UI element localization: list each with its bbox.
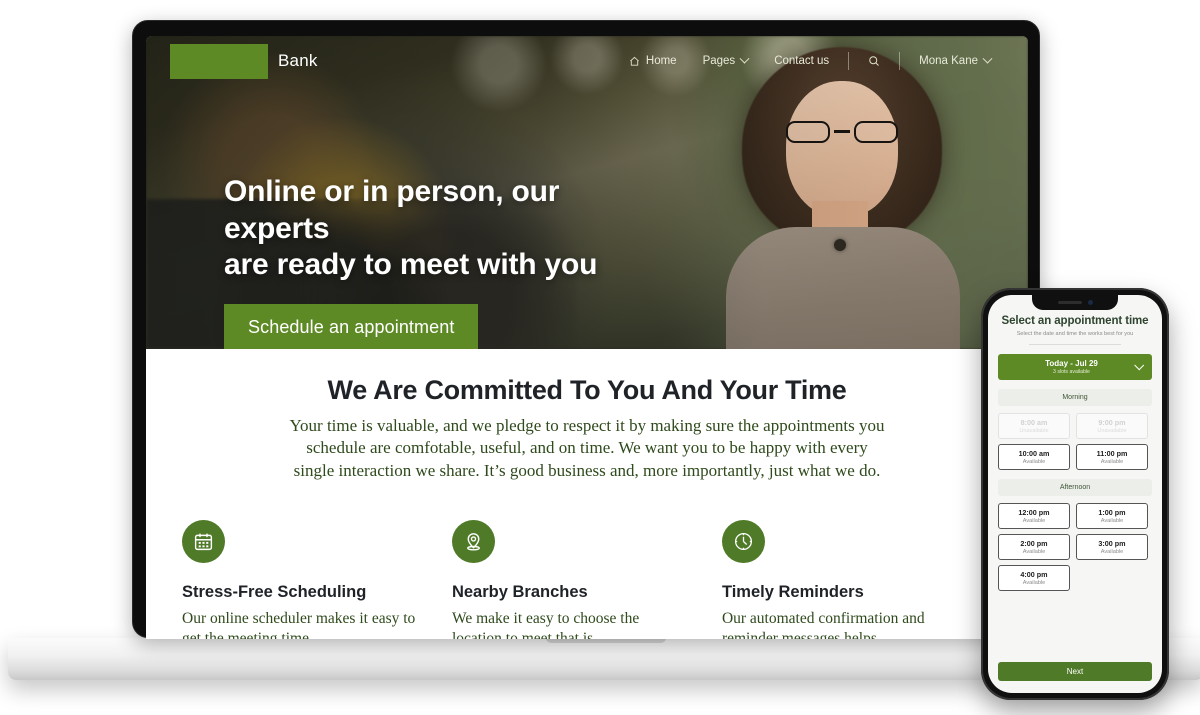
slot-grid-afternoon: 12:00 pm Available 1:00 pm Available 2:0… bbox=[998, 503, 1152, 591]
site-header: Bank Home Pages Contact us Mona Kane bbox=[146, 36, 1028, 86]
slot-time: 2:00 pm bbox=[1020, 539, 1048, 548]
slot-status: Available bbox=[1022, 518, 1046, 524]
section-body-text: Your time is valuable, and we pledge to … bbox=[289, 416, 885, 480]
slot-grid-morning: 8:00 am Unavailable 9:00 pm Unavailable … bbox=[998, 413, 1152, 470]
front-camera-icon bbox=[1087, 300, 1093, 305]
slot-time: 9:00 pm bbox=[1098, 418, 1126, 427]
account-menu[interactable]: Mona Kane bbox=[906, 53, 1004, 67]
time-slot[interactable]: 1:00 pm Available bbox=[1076, 503, 1148, 529]
group-header-afternoon: Afternoon bbox=[998, 479, 1152, 496]
phone-page-subtitle: Select the date and time the works best … bbox=[1016, 331, 1134, 337]
slot-time: 10:00 am bbox=[1018, 449, 1050, 458]
screenshot-stage: Bank Home Pages Contact us Mona Kane Onl… bbox=[0, 0, 1200, 715]
slot-status: Available bbox=[1100, 459, 1124, 465]
slot-time: 1:00 pm bbox=[1098, 508, 1126, 517]
slot-status: Available bbox=[1022, 459, 1046, 465]
speaker-grille-icon bbox=[1057, 301, 1082, 304]
search-button[interactable] bbox=[855, 55, 893, 67]
nav-item-contact-us[interactable]: Contact us bbox=[761, 55, 842, 67]
logo[interactable]: Bank bbox=[170, 43, 318, 79]
phone-notch bbox=[1032, 295, 1118, 310]
feature-text: Our automated confirmation and reminder … bbox=[721, 610, 925, 639]
date-select-sublabel: 3 slots available bbox=[1053, 369, 1090, 375]
clock-icon bbox=[721, 520, 765, 564]
nav-item-pages[interactable]: Pages bbox=[690, 53, 762, 67]
chevron-down-icon bbox=[982, 53, 993, 64]
commitment-section: We Are Committed To You And Your Time Yo… bbox=[146, 349, 1028, 639]
time-slot[interactable]: 3:00 pm Available bbox=[1076, 534, 1148, 560]
date-select-dropdown[interactable]: Today - Jul 29 3 slots available bbox=[998, 354, 1152, 380]
slot-status: Unavailable bbox=[1097, 428, 1127, 434]
nav-item-home[interactable]: Home bbox=[616, 55, 690, 67]
chevron-down-icon bbox=[739, 53, 750, 64]
time-slot[interactable]: 2:00 pm Available bbox=[998, 534, 1070, 560]
slot-time: 8:00 am bbox=[1020, 418, 1048, 427]
date-select-label: Today - Jul 29 bbox=[1045, 359, 1098, 368]
logo-text: Bank bbox=[278, 51, 318, 70]
nav-label-pages: Pages bbox=[702, 55, 736, 67]
laptop-frame: Bank Home Pages Contact us Mona Kane Onl… bbox=[132, 20, 1040, 639]
hero-headline: Online or in person, our experts are rea… bbox=[224, 174, 654, 284]
laptop-screen: Bank Home Pages Contact us Mona Kane Onl… bbox=[146, 36, 1028, 639]
next-button[interactable]: Next bbox=[998, 662, 1152, 681]
time-slot[interactable]: 11:00 pm Available bbox=[1076, 444, 1148, 470]
time-slot[interactable]: 8:00 am Unavailable bbox=[998, 413, 1070, 439]
slot-status: Available bbox=[1100, 518, 1124, 524]
slot-status: Available bbox=[1100, 549, 1124, 555]
features-row: Stress-Free Scheduling Our online schedu… bbox=[182, 520, 992, 639]
chevron-down-icon bbox=[1134, 359, 1145, 370]
hero-section: Bank Home Pages Contact us Mona Kane Onl… bbox=[146, 36, 1028, 349]
location-pin-icon bbox=[451, 520, 495, 564]
group-header-morning: Morning bbox=[998, 389, 1152, 406]
slot-time: 3:00 pm bbox=[1098, 539, 1126, 548]
feature-text: We make it easy to choose the location t… bbox=[451, 610, 640, 639]
nav-divider-right bbox=[899, 52, 901, 70]
phone-screen: Select an appointment time Select the da… bbox=[988, 295, 1162, 693]
feature-title: Nearby Branches bbox=[451, 583, 588, 602]
slot-time: 12:00 pm bbox=[1018, 508, 1050, 517]
slot-status: Available bbox=[1022, 549, 1046, 555]
main-navigation: Home Pages Contact us Mona Kane bbox=[616, 52, 1004, 70]
account-label: Mona Kane bbox=[919, 55, 978, 67]
calendar-icon bbox=[182, 520, 225, 564]
phone-frame: Select an appointment time Select the da… bbox=[981, 288, 1169, 700]
time-slot[interactable]: 4:00 pm Available bbox=[998, 565, 1070, 591]
time-slot[interactable]: 12:00 pm Available bbox=[998, 503, 1070, 529]
logo-mark bbox=[170, 43, 268, 79]
phone-page-title: Select an appointment time bbox=[1001, 315, 1149, 327]
nav-label-home: Home bbox=[645, 55, 677, 67]
time-slot[interactable]: 10:00 am Available bbox=[998, 444, 1070, 470]
slot-time: 11:00 pm bbox=[1096, 449, 1128, 458]
hero-content: Online or in person, our experts are rea… bbox=[224, 174, 654, 349]
feature-text: Our online scheduler makes it easy to ge… bbox=[182, 610, 416, 639]
nav-divider-left bbox=[848, 52, 850, 70]
search-icon bbox=[868, 55, 880, 67]
time-slot[interactable]: 9:00 pm Unavailable bbox=[1076, 413, 1148, 439]
slot-status: Unavailable bbox=[1019, 428, 1049, 434]
feature-title: Timely Reminders bbox=[721, 583, 864, 602]
feature-card-scheduling: Stress-Free Scheduling Our online schedu… bbox=[182, 520, 452, 639]
hero-headline-line-1: Online or in person, our experts bbox=[224, 175, 560, 245]
feature-title: Stress-Free Scheduling bbox=[182, 583, 367, 602]
appointment-picker: Select an appointment time Select the da… bbox=[988, 295, 1162, 591]
slot-status: Available bbox=[1022, 580, 1046, 586]
feature-card-branches: Nearby Branches We make it easy to choos… bbox=[451, 520, 722, 639]
divider bbox=[1029, 344, 1121, 345]
schedule-appointment-button[interactable]: Schedule an appointment bbox=[224, 303, 479, 349]
nav-label-contact-us: Contact us bbox=[774, 55, 830, 67]
slot-time: 4:00 pm bbox=[1020, 570, 1048, 579]
section-title: We Are Committed To You And Your Time bbox=[327, 375, 847, 405]
feature-card-reminders: Timely Reminders Our automated confirmat… bbox=[721, 520, 992, 639]
home-icon bbox=[629, 56, 640, 67]
hero-headline-line-2: are ready to meet with you bbox=[224, 248, 598, 282]
